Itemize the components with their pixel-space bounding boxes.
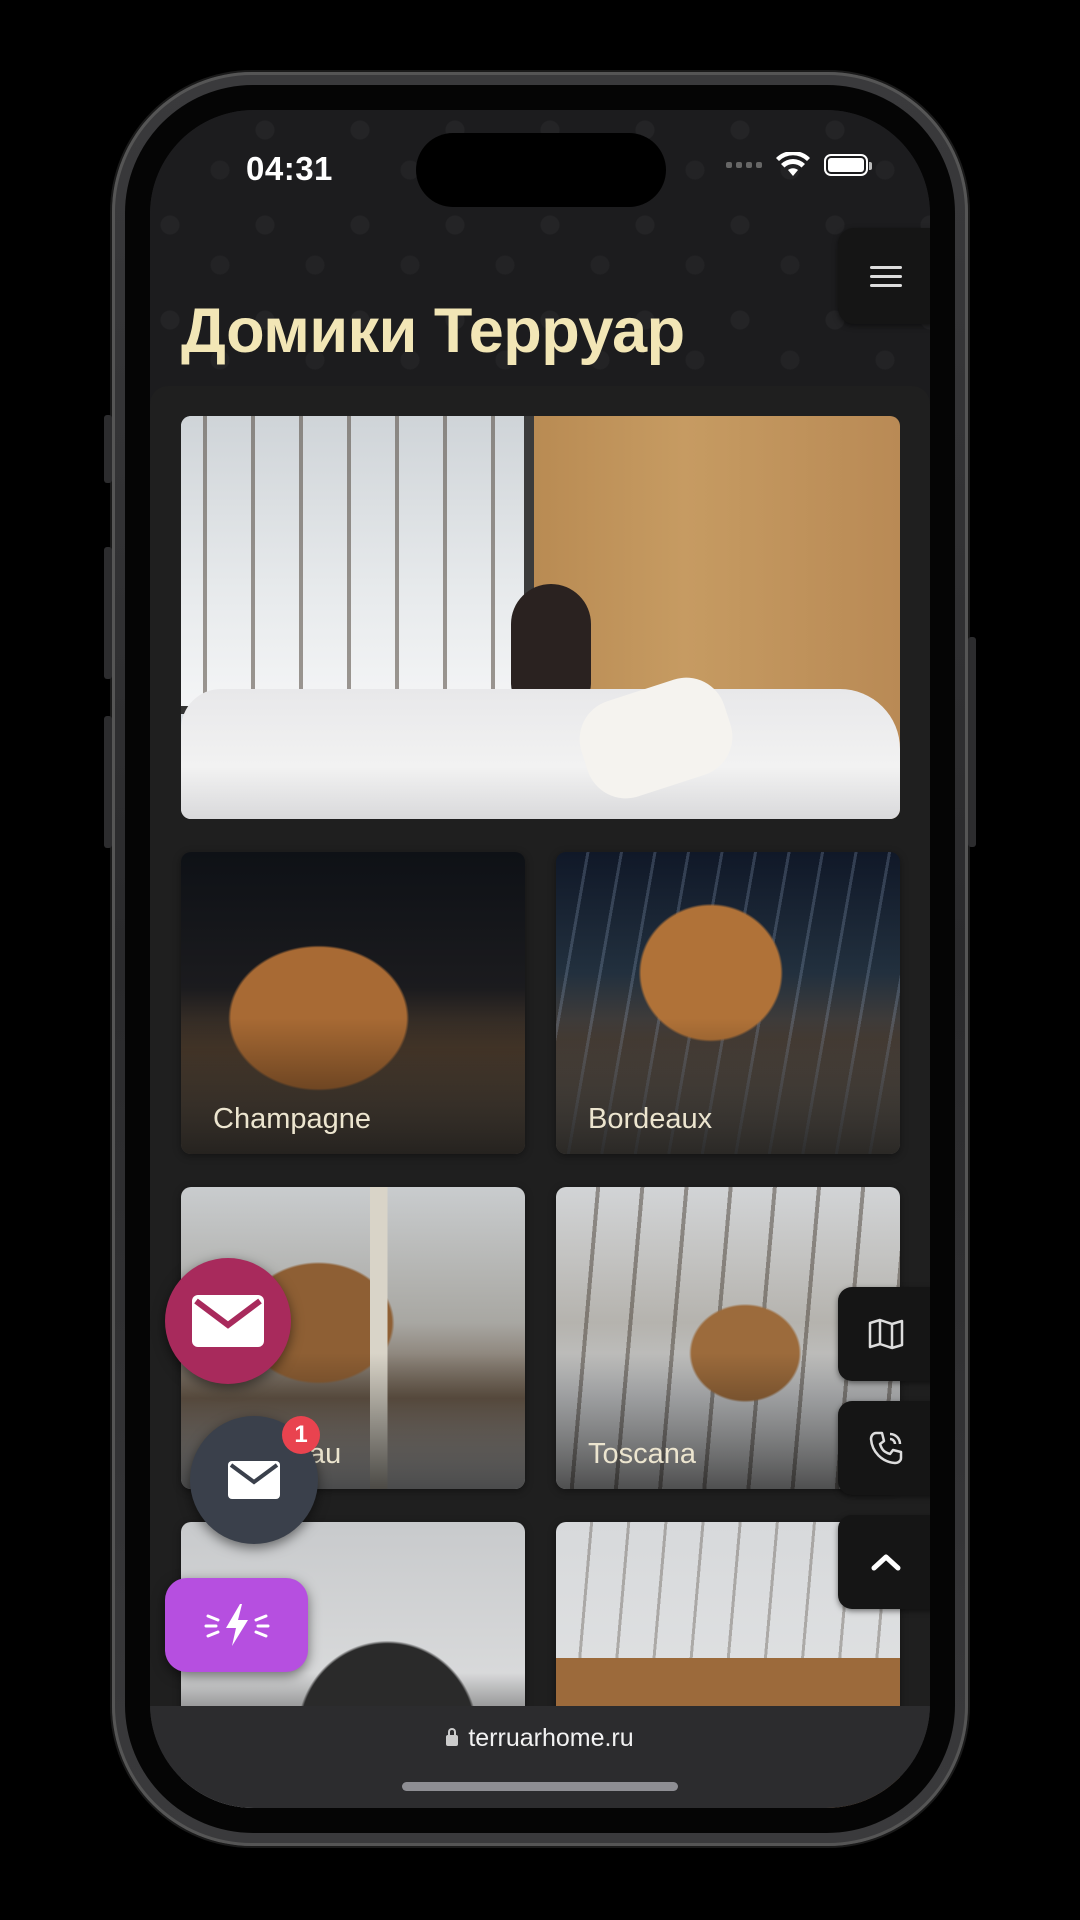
dynamic-island [416,133,666,207]
map-button[interactable] [838,1287,930,1381]
house-name: Champagne [213,1103,371,1135]
lock-icon [446,1728,459,1746]
phone-icon [869,1431,903,1465]
chevron-up-icon [871,1554,901,1571]
status-time: 04:31 [246,150,333,187]
screen: 04:31 Домики Терруар Champagne Bordeaux … [150,110,930,1808]
menu-button[interactable] [838,228,930,324]
page-title: Домики Терруар [181,296,685,366]
volume-down-button [104,716,112,848]
wifi-icon [776,152,810,176]
lightning-icon [204,1604,269,1646]
house-name: Toscana [588,1438,697,1470]
contact-mail-button[interactable] [165,1258,291,1384]
power-button [968,637,976,847]
scroll-top-button[interactable] [838,1515,930,1609]
call-button[interactable] [838,1401,930,1495]
house-card-bordeaux[interactable]: Bordeaux [556,852,900,1154]
home-indicator[interactable] [402,1782,678,1791]
cellular-signal-icon [726,162,762,168]
volume-up-button [104,547,112,679]
hero-image[interactable] [181,416,900,819]
url-text: terruarhome.ru [468,1724,634,1752]
action-button [104,415,112,483]
hamburger-icon [870,265,902,269]
house-card-champagne[interactable]: Champagne [181,852,525,1154]
envelope-icon [228,1461,280,1499]
map-icon [868,1318,904,1350]
snowy-window [181,416,534,714]
chat-mail-button[interactable]: 1 [190,1416,320,1544]
quick-action-button[interactable] [165,1578,308,1672]
person-figure [511,584,591,704]
envelope-icon [192,1295,264,1347]
house-name: Bordeaux [588,1103,713,1135]
notification-badge: 1 [282,1416,320,1454]
bed [181,689,900,819]
browser-bottom-bar [150,1706,930,1808]
status-icons [726,152,872,178]
address-bar[interactable]: terruarhome.ru [150,1724,930,1753]
battery-icon [824,154,872,176]
